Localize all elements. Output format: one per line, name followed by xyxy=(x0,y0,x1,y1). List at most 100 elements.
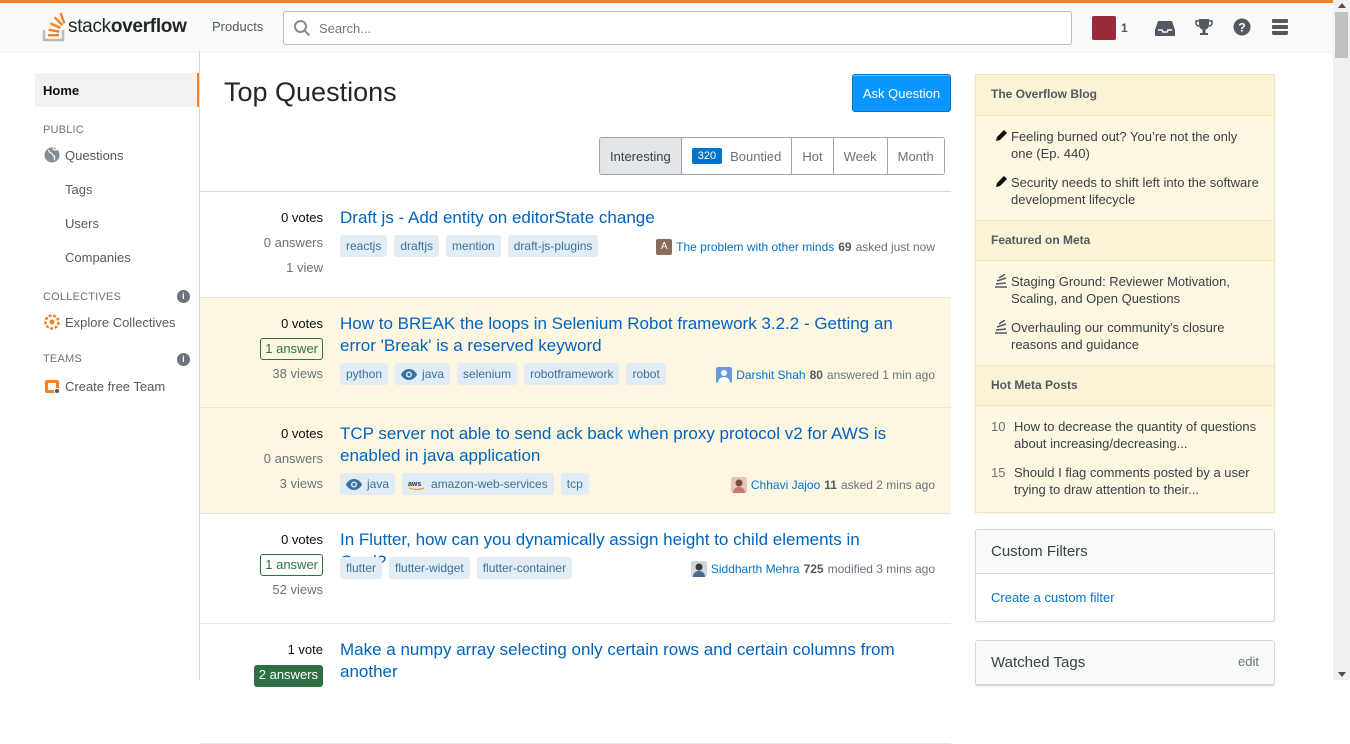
watched-tags-header: Watched Tags edit xyxy=(976,641,1274,685)
tag-link[interactable]: reactjs xyxy=(340,235,388,257)
filter-bountied[interactable]: 320 Bountied xyxy=(680,138,792,174)
tag-link[interactable]: flutter-container xyxy=(476,557,573,579)
tag-label: java xyxy=(367,477,390,491)
question-title-link[interactable]: How to BREAK the loops in Selenium Robot… xyxy=(340,313,910,357)
blog-post-link[interactable]: Feeling burned out? You’re not the only … xyxy=(1011,128,1259,162)
search-icon xyxy=(294,20,311,37)
watched-tags-edit-link[interactable]: edit xyxy=(1238,654,1259,671)
tag-link-watched[interactable]: java xyxy=(395,363,451,385)
tag-link[interactable]: draftjs xyxy=(394,235,440,257)
user-name-link[interactable]: Darshit Shah xyxy=(736,368,805,382)
tag-link-aws[interactable]: aws amazon-web-services xyxy=(402,473,554,495)
question-action-time: asked just now xyxy=(855,240,935,254)
tag-link-watched[interactable]: java xyxy=(340,473,396,495)
filter-bountied-label: Bountied xyxy=(730,148,782,164)
user-profile[interactable]: 1 xyxy=(1092,16,1128,40)
tag-link[interactable]: selenium xyxy=(457,363,518,385)
filter-week[interactable]: Week xyxy=(832,138,887,174)
stackoverflow-logo[interactable]: stackoverflow xyxy=(42,10,187,44)
question-tags: python java selenium robotframework robo… xyxy=(340,363,673,385)
nav-explore-collectives-label: Explore Collectives xyxy=(65,314,176,330)
user-name-link[interactable]: The problem with other minds xyxy=(676,240,834,254)
question-stats: 0 votes 1 answer 38 views xyxy=(223,311,323,386)
question-summary: 0 votes 0 answers 3 views TCP server not… xyxy=(200,408,951,514)
filter-hot[interactable]: Hot xyxy=(791,138,833,174)
tag-link[interactable]: python xyxy=(340,363,389,385)
question-stats: 0 votes 0 answers 1 view xyxy=(223,205,323,280)
meta-post-item[interactable]: Overhauling our community's closure reas… xyxy=(976,311,1274,361)
question-tags: flutter flutter-widget flutter-container xyxy=(340,557,579,579)
tag-link[interactable]: tcp xyxy=(560,473,589,495)
question-filter-tabs: Interesting 320 Bountied Hot Week Month xyxy=(599,137,945,175)
overflow-blog-widget: The Overflow Blog Feeling burned out? Yo… xyxy=(975,74,1275,513)
collectives-info-icon[interactable]: i xyxy=(177,290,190,303)
achievements-icon[interactable] xyxy=(1195,18,1213,36)
page-scrollbar[interactable] xyxy=(1333,0,1350,680)
meta-post-link[interactable]: Staging Ground: Reviewer Motivation, Sca… xyxy=(1011,273,1259,307)
question-title-link[interactable]: Make a numpy array selecting only certai… xyxy=(340,639,910,683)
scrollbar-thumb[interactable] xyxy=(1335,12,1348,58)
tag-link[interactable]: mention xyxy=(446,235,501,257)
user-avatar[interactable]: A xyxy=(656,239,673,255)
scroll-up-arrow-icon[interactable] xyxy=(1338,3,1346,8)
filter-interesting[interactable]: Interesting xyxy=(600,138,681,174)
search-box[interactable] xyxy=(283,11,1072,45)
answer-count: 0 answers xyxy=(263,451,323,466)
tag-link[interactable]: draft-js-plugins xyxy=(507,235,599,257)
filter-month[interactable]: Month xyxy=(886,138,944,174)
nav-create-team[interactable]: Create free Team xyxy=(35,369,200,403)
user-name-link[interactable]: Siddharth Mehra xyxy=(711,562,800,576)
featured-meta-header: Featured on Meta xyxy=(976,220,1274,261)
user-avatar[interactable] xyxy=(716,367,733,383)
inbox-icon[interactable] xyxy=(1155,19,1175,37)
user-reputation: 725 xyxy=(803,562,824,576)
pencil-icon xyxy=(996,130,1007,141)
question-title-link[interactable]: TCP server not able to send ack back whe… xyxy=(340,423,910,467)
meta-post-item[interactable]: Staging Ground: Reviewer Motivation, Sca… xyxy=(976,265,1274,311)
blog-post-item[interactable]: Feeling burned out? You’re not the only … xyxy=(976,120,1274,166)
products-menu[interactable]: Products xyxy=(212,19,263,34)
hot-meta-link[interactable]: How to decrease the quantity of question… xyxy=(1014,418,1259,452)
answer-count-badge-accepted: 2 answers xyxy=(253,665,323,687)
teams-info-icon[interactable]: i xyxy=(177,353,190,366)
left-sidebar: Home PUBLIC Questions Tags Users Compani… xyxy=(35,73,200,403)
nav-home[interactable]: Home xyxy=(35,73,200,107)
top-bar: stackoverflow Products 1 ? xyxy=(0,0,1333,51)
blog-post-link[interactable]: Security needs to shift left into the so… xyxy=(1011,174,1259,208)
meta-post-link[interactable]: Overhauling our community's closure reas… xyxy=(1011,319,1259,353)
tag-link[interactable]: flutter xyxy=(340,557,383,579)
scroll-down-arrow-icon[interactable] xyxy=(1338,672,1346,677)
help-icon[interactable]: ? xyxy=(1233,18,1251,36)
stackoverflow-logo-icon xyxy=(42,12,66,42)
hot-meta-link[interactable]: Should I flag comments posted by a user … xyxy=(1014,464,1259,498)
view-count: 52 views xyxy=(272,582,323,597)
site-switcher-icon[interactable] xyxy=(1271,18,1289,36)
tag-link[interactable]: robotframework xyxy=(524,363,620,385)
ask-question-button[interactable]: Ask Question xyxy=(852,74,951,112)
question-title-link[interactable]: Draft js - Add entity on editorState cha… xyxy=(340,207,910,229)
hot-meta-item[interactable]: 15 Should I flag comments posted by a us… xyxy=(976,456,1274,508)
tag-link[interactable]: robot xyxy=(626,363,666,385)
nav-tags[interactable]: Tags xyxy=(35,172,200,206)
hot-meta-item[interactable]: 10 How to decrease the quantity of quest… xyxy=(976,410,1274,456)
search-input[interactable] xyxy=(319,20,1019,36)
collectives-icon xyxy=(44,314,60,330)
nav-companies[interactable]: Companies xyxy=(35,240,200,274)
nav-section-collectives-label: COLLECTIVES xyxy=(43,291,122,303)
globe-icon xyxy=(44,147,60,163)
question-summary: 0 votes 1 answer 38 views How to BREAK t… xyxy=(200,298,951,408)
create-custom-filter-link[interactable]: Create a custom filter xyxy=(976,574,1274,621)
right-sidebar: The Overflow Blog Feeling burned out? Yo… xyxy=(975,74,1275,686)
question-summary: 0 votes 0 answers 1 view Draft js - Add … xyxy=(200,192,951,298)
nav-questions[interactable]: Questions xyxy=(35,138,200,172)
nav-questions-label: Questions xyxy=(65,147,124,163)
nav-explore-collectives[interactable]: Explore Collectives xyxy=(35,305,200,339)
user-name-link[interactable]: Chhavi Jajoo xyxy=(751,478,820,492)
user-avatar[interactable] xyxy=(730,477,747,493)
tag-link[interactable]: flutter-widget xyxy=(389,557,470,579)
blog-post-item[interactable]: Security needs to shift left into the so… xyxy=(976,166,1274,216)
question-tags: reactjs draftjs mention draft-js-plugins xyxy=(340,235,605,257)
user-avatar[interactable] xyxy=(690,561,707,577)
nav-section-public: PUBLIC xyxy=(43,124,84,136)
nav-users[interactable]: Users xyxy=(35,206,200,240)
